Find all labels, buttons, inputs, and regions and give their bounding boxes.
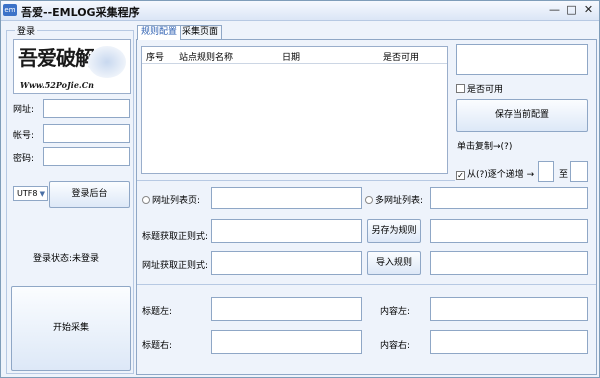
title-left-label: 标题左: [142, 307, 173, 317]
content-left-input[interactable] [430, 297, 588, 321]
login-group-title: 登录 [15, 24, 38, 37]
login-button[interactable]: 登录后台 [49, 181, 130, 208]
multi-url-label: 多网址列表: [375, 196, 424, 206]
title-regex-label: 标题获取正则式: [142, 232, 209, 242]
radio-button[interactable] [365, 196, 373, 204]
encoding-select[interactable]: UTF8 ▼ [13, 186, 48, 201]
multi-url-input[interactable] [430, 187, 588, 209]
status-value: 未登录 [72, 254, 100, 264]
rules-table[interactable]: 序号 站点规则名称 日期 是否可用 [141, 46, 448, 174]
title-left-input[interactable] [211, 297, 362, 321]
column-header[interactable]: 站点规则名称 [179, 50, 233, 63]
minimize-button[interactable]: — [546, 3, 563, 18]
logo-url: Www.52PoJie.Cn [20, 80, 94, 90]
chevron-down-icon: ▼ [39, 190, 45, 198]
encoding-value: UTF8 [17, 189, 38, 198]
logo: 吾爱破解 Www.52PoJie.Cn [13, 39, 131, 94]
url-input[interactable] [43, 99, 130, 118]
multi-url-radio[interactable]: 多网址列表: [365, 193, 423, 206]
column-header[interactable]: 是否可用 [383, 50, 419, 63]
content-right-label: 内容右: [380, 341, 411, 351]
logo-emblem [88, 46, 126, 78]
url-label: 网址: [13, 105, 35, 115]
available-label: 是否可用 [467, 85, 504, 95]
column-header[interactable]: 序号 [146, 50, 164, 63]
password-input[interactable] [43, 147, 130, 166]
divider [137, 284, 596, 285]
title-right-input[interactable] [211, 330, 362, 354]
divider [137, 180, 455, 181]
tab-rule-config[interactable]: 规则配置 [137, 25, 182, 40]
increment-checkbox[interactable]: ✓ 从(?)逐个递增 → [456, 167, 534, 180]
save-config-button[interactable]: 保存当前配置 [456, 99, 588, 132]
increment-to-input[interactable] [570, 161, 588, 182]
app-icon: em [3, 4, 17, 16]
tab-collect-page[interactable]: 采集页面 [178, 25, 223, 39]
title-bar: em 吾爱--EMLOG采集程序 — □ ✕ [1, 1, 599, 21]
account-label: 帐号: [13, 131, 35, 141]
checkbox-box[interactable] [456, 84, 465, 93]
available-checkbox[interactable]: 是否可用 [456, 82, 503, 95]
radio-button[interactable] [142, 196, 150, 204]
import-rule-button[interactable]: 导入规则 [367, 251, 421, 275]
account-input[interactable] [43, 124, 130, 143]
content-right-input[interactable] [430, 330, 588, 354]
close-button[interactable]: ✕ [580, 3, 597, 18]
save-as-rule-button[interactable]: 另存为规则 [367, 219, 421, 243]
password-label: 密码: [13, 154, 35, 164]
title-right-label: 标题右: [142, 341, 173, 351]
title-regex-input[interactable] [211, 219, 362, 243]
content-left-label: 内容左: [380, 307, 411, 317]
url-list-radio[interactable]: 网址列表页: [142, 193, 200, 206]
checkbox-checked[interactable]: ✓ [456, 171, 465, 180]
rule-name-field[interactable] [456, 44, 588, 75]
url-regex-input[interactable] [211, 251, 362, 275]
url-regex-label: 网址获取正则式: [142, 261, 209, 271]
regex-extra-input-1[interactable] [430, 219, 588, 243]
increment-from-input[interactable] [538, 161, 554, 182]
start-collect-button[interactable]: 开始采集 [11, 286, 131, 371]
table-header: 序号 站点规则名称 日期 是否可用 [142, 47, 447, 64]
column-header[interactable]: 日期 [282, 50, 300, 63]
maximize-button[interactable]: □ [563, 3, 580, 18]
increment-label: 从(?)逐个递增 → [467, 170, 535, 180]
url-list-label: 网址列表页: [152, 196, 201, 206]
copy-hint[interactable]: 单击复制→(?) [457, 139, 512, 152]
main-window: em 吾爱--EMLOG采集程序 — □ ✕ 登录 吾爱破解 Www.52PoJ… [0, 0, 600, 378]
status-label: 登录状态:未登录 [33, 251, 99, 264]
regex-extra-input-2[interactable] [430, 251, 588, 275]
to-label: 至 [559, 170, 569, 180]
window-title: 吾爱--EMLOG采集程序 [21, 6, 140, 19]
status-label-text: 登录状态: [33, 254, 73, 264]
url-list-input[interactable] [211, 187, 362, 209]
